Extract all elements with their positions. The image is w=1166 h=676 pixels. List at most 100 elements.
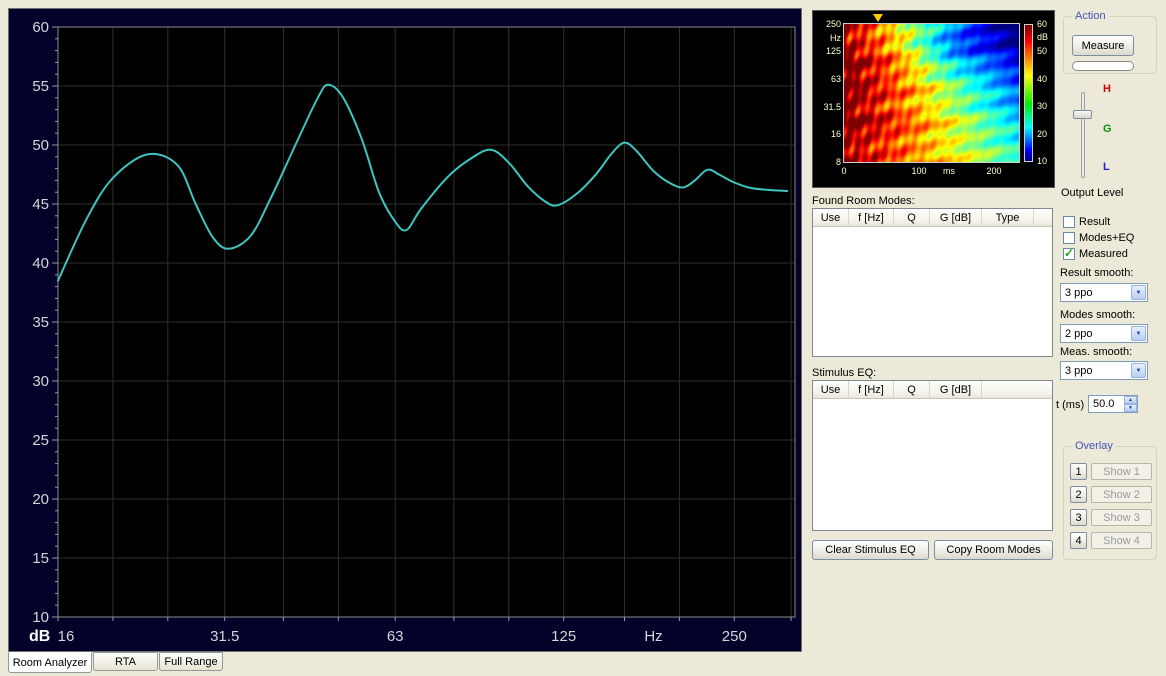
overlay-4-button[interactable]: 4 bbox=[1070, 532, 1087, 549]
measure-button[interactable]: Measure bbox=[1072, 35, 1134, 56]
overlay-2-button[interactable]: 2 bbox=[1070, 486, 1087, 503]
meas-smooth-value: 3 ppo bbox=[1061, 365, 1131, 377]
found-room-modes-header: Use f [Hz] Q G [dB] Type bbox=[813, 209, 1052, 227]
chevron-down-icon[interactable] bbox=[1131, 326, 1146, 341]
column-filler bbox=[982, 381, 1052, 399]
show-4-button[interactable]: Show 4 bbox=[1091, 532, 1152, 549]
svg-text:63: 63 bbox=[387, 628, 404, 645]
svg-text:10: 10 bbox=[32, 609, 49, 626]
stimulus-eq-header: Use f [Hz] Q G [dB] bbox=[813, 381, 1052, 399]
modes-smooth-select[interactable]: 2 ppo bbox=[1060, 324, 1148, 343]
found-room-modes-label: Found Room Modes: bbox=[812, 195, 915, 207]
spec-y-label: 125 bbox=[813, 46, 841, 56]
stimulus-eq-table[interactable]: Use f [Hz] Q G [dB] bbox=[812, 380, 1053, 531]
spec-x-label: 200 bbox=[979, 166, 1009, 176]
gate-time-value: 50.0 bbox=[1089, 396, 1124, 412]
tab-room-analyzer[interactable]: Room Analyzer bbox=[8, 652, 92, 673]
column-q[interactable]: Q bbox=[894, 381, 930, 399]
overlay-1-button[interactable]: 1 bbox=[1070, 463, 1087, 480]
stimulus-eq-body[interactable] bbox=[813, 399, 1052, 530]
checkbox-box[interactable] bbox=[1063, 216, 1075, 228]
frequency-response-panel: 10152025303540455055601631.563125Hz250dB bbox=[8, 8, 802, 652]
checkbox-label: Modes+EQ bbox=[1079, 232, 1134, 244]
column-use[interactable]: Use bbox=[813, 209, 849, 227]
clear-stimulus-eq-button[interactable]: Clear Stimulus EQ bbox=[812, 540, 929, 560]
svg-text:15: 15 bbox=[32, 550, 49, 567]
gate-time-spinner[interactable]: 50.0 ▲ ▼ bbox=[1088, 395, 1138, 413]
checkbox-box[interactable] bbox=[1063, 232, 1075, 244]
result-smooth-value: 3 ppo bbox=[1061, 287, 1131, 299]
column-freq[interactable]: f [Hz] bbox=[849, 209, 894, 227]
svg-text:60: 60 bbox=[32, 19, 49, 36]
tab-rta[interactable]: RTA bbox=[93, 652, 158, 671]
spec-cbar-label: 60 bbox=[1037, 19, 1047, 29]
result-smooth-select[interactable]: 3 ppo bbox=[1060, 283, 1148, 302]
spec-cbar-unit: dB bbox=[1037, 32, 1048, 42]
output-level-slider-thumb[interactable] bbox=[1073, 110, 1092, 119]
svg-text:30: 30 bbox=[32, 373, 49, 390]
spec-x-label: 0 bbox=[829, 166, 859, 176]
checkbox-result[interactable]: Result bbox=[1063, 215, 1110, 228]
overlay-group: Overlay 1 Show 1 2 Show 2 3 Show 3 4 Sho… bbox=[1063, 446, 1157, 560]
chevron-down-icon[interactable] bbox=[1131, 363, 1146, 378]
spec-y-label: 250 bbox=[813, 19, 841, 29]
meas-smooth-label: Meas. smooth: bbox=[1060, 346, 1132, 358]
svg-text:16: 16 bbox=[58, 628, 75, 645]
svg-text:50: 50 bbox=[32, 137, 49, 154]
checkbox-modes-eq[interactable]: Modes+EQ bbox=[1063, 231, 1134, 244]
level-good-label: G bbox=[1103, 123, 1112, 135]
overlay-group-title: Overlay bbox=[1072, 440, 1116, 452]
spectrogram-colorbar bbox=[1024, 24, 1033, 162]
modes-smooth-value: 2 ppo bbox=[1061, 328, 1131, 340]
svg-text:45: 45 bbox=[32, 196, 49, 213]
checkbox-measured[interactable]: Measured bbox=[1063, 247, 1128, 260]
gate-time-label: t (ms) bbox=[1056, 399, 1084, 411]
show-1-button[interactable]: Show 1 bbox=[1091, 463, 1152, 480]
checkbox-label: Measured bbox=[1079, 248, 1128, 260]
spec-cbar-label: 50 bbox=[1037, 46, 1047, 56]
column-type[interactable]: Type bbox=[982, 209, 1034, 227]
found-room-modes-body[interactable] bbox=[813, 227, 1052, 356]
spec-y-label: 63 bbox=[813, 74, 841, 84]
spin-down-icon[interactable]: ▼ bbox=[1124, 404, 1137, 412]
meas-smooth-select[interactable]: 3 ppo bbox=[1060, 361, 1148, 380]
svg-text:40: 40 bbox=[32, 255, 49, 272]
copy-room-modes-button[interactable]: Copy Room Modes bbox=[934, 540, 1053, 560]
output-level-slider-track[interactable] bbox=[1081, 92, 1085, 178]
action-group-title: Action bbox=[1072, 10, 1109, 22]
svg-text:Hz: Hz bbox=[644, 628, 662, 645]
spectrogram-panel: 250 Hz 125 63 31.5 16 8 0 100 ms 200 60 … bbox=[812, 10, 1055, 188]
show-2-button[interactable]: Show 2 bbox=[1091, 486, 1152, 503]
measure-progress-bar bbox=[1072, 61, 1134, 71]
level-high-label: H bbox=[1103, 83, 1111, 95]
svg-text:20: 20 bbox=[32, 491, 49, 508]
checkbox-box[interactable] bbox=[1063, 248, 1075, 260]
modes-smooth-label: Modes smooth: bbox=[1060, 309, 1135, 321]
tab-full-range[interactable]: Full Range bbox=[159, 652, 223, 671]
spec-x-unit: ms bbox=[934, 166, 964, 176]
overlay-3-button[interactable]: 3 bbox=[1070, 509, 1087, 526]
show-3-button[interactable]: Show 3 bbox=[1091, 509, 1152, 526]
chevron-down-icon[interactable] bbox=[1131, 285, 1146, 300]
level-low-label: L bbox=[1103, 161, 1110, 173]
column-use[interactable]: Use bbox=[813, 381, 849, 399]
column-gain[interactable]: G [dB] bbox=[930, 209, 982, 227]
spin-up-icon[interactable]: ▲ bbox=[1124, 396, 1137, 404]
spec-cbar-label: 10 bbox=[1037, 156, 1047, 166]
svg-text:125: 125 bbox=[551, 628, 576, 645]
action-group: Action Measure bbox=[1063, 16, 1157, 74]
svg-text:35: 35 bbox=[32, 314, 49, 331]
spec-y-unit: Hz bbox=[813, 33, 841, 43]
svg-text:dB: dB bbox=[29, 628, 50, 645]
found-room-modes-table[interactable]: Use f [Hz] Q G [dB] Type bbox=[812, 208, 1053, 357]
svg-text:250: 250 bbox=[722, 628, 747, 645]
time-marker-icon[interactable] bbox=[873, 14, 883, 22]
column-gain[interactable]: G [dB] bbox=[930, 381, 982, 399]
spec-cbar-label: 20 bbox=[1037, 129, 1047, 139]
checkbox-label: Result bbox=[1079, 216, 1110, 228]
svg-text:55: 55 bbox=[32, 78, 49, 95]
frequency-response-chart: 10152025303540455055601631.563125Hz250dB bbox=[9, 9, 803, 653]
spec-x-label: 100 bbox=[904, 166, 934, 176]
column-freq[interactable]: f [Hz] bbox=[849, 381, 894, 399]
column-q[interactable]: Q bbox=[894, 209, 930, 227]
